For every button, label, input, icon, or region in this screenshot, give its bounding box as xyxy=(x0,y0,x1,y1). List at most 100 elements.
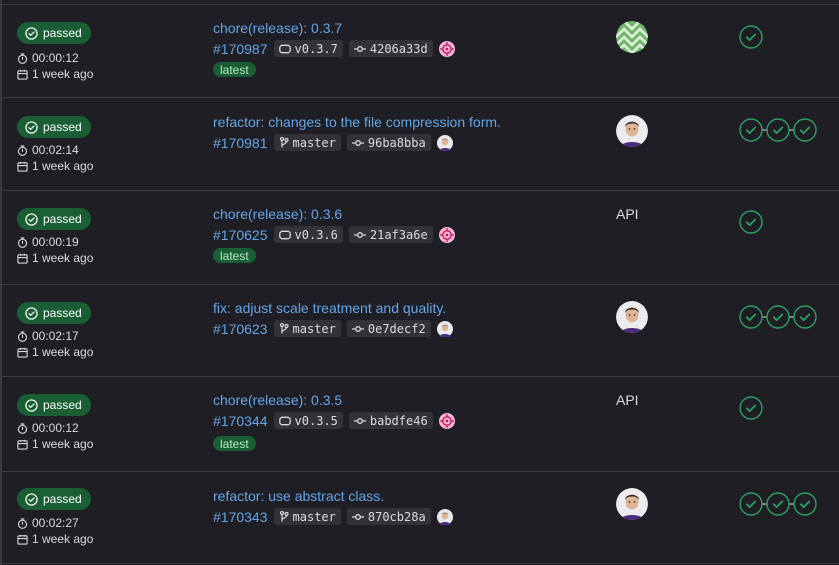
check-circle-icon xyxy=(25,120,38,134)
author-avatar[interactable] xyxy=(438,412,455,429)
stage-passed-icon[interactable] xyxy=(793,118,817,142)
trigger-avatar[interactable] xyxy=(616,488,648,520)
check-circle-icon xyxy=(25,212,38,226)
status-badge-passed[interactable]: passed xyxy=(17,208,91,230)
author-avatar[interactable] xyxy=(438,40,455,57)
pipeline-id-link[interactable]: #170981 xyxy=(213,135,268,151)
finished-at: 1 week ago xyxy=(17,67,93,81)
finished-value[interactable]: 1 week ago xyxy=(32,437,93,451)
timer-icon xyxy=(17,330,28,342)
commit-sha[interactable]: babdfe46 xyxy=(348,412,433,429)
status-label: passed xyxy=(43,492,82,506)
status-label: passed xyxy=(43,120,82,134)
finished-at: 1 week ago xyxy=(17,345,93,359)
stage-passed-icon[interactable] xyxy=(766,118,790,142)
ref-branch[interactable]: master xyxy=(273,508,341,525)
finished-value[interactable]: 1 week ago xyxy=(32,159,93,173)
trigger-source: API xyxy=(616,392,639,408)
commit-sha[interactable]: 4206a33d xyxy=(348,40,433,57)
status-badge-passed[interactable]: passed xyxy=(17,22,91,44)
author-avatar[interactable] xyxy=(436,320,453,337)
trigger-avatar[interactable] xyxy=(616,21,648,53)
pipeline-id-link[interactable]: #170623 xyxy=(213,321,268,337)
ref-tag[interactable]: v0.3.5 xyxy=(273,412,343,429)
status-badge-passed[interactable]: passed xyxy=(17,394,91,416)
latest-badge: latest xyxy=(213,436,256,451)
commit-title-link[interactable]: chore(release): 0.3.5 xyxy=(213,392,342,408)
commit-sha[interactable]: 870cb28a xyxy=(346,508,431,525)
stage-passed-icon[interactable] xyxy=(793,492,817,516)
trigger-avatar[interactable] xyxy=(616,301,648,333)
trigger-avatar[interactable] xyxy=(616,115,648,147)
commit-title-link[interactable]: chore(release): 0.3.6 xyxy=(213,206,342,222)
finished-value[interactable]: 1 week ago xyxy=(32,67,93,81)
author-avatar[interactable] xyxy=(436,508,453,525)
sha-value: 21af3a6e xyxy=(369,227,428,242)
pipeline-id-link[interactable]: #170344 xyxy=(213,413,268,429)
stage-passed-icon[interactable] xyxy=(766,305,790,329)
sha-value: 96ba8bba xyxy=(367,135,426,150)
pipeline-id-link[interactable]: #170343 xyxy=(213,509,268,525)
stage-passed-icon[interactable] xyxy=(739,118,763,142)
stage-passed-icon[interactable] xyxy=(739,396,763,420)
stage-passed-icon[interactable] xyxy=(739,25,763,49)
duration: 00:00:12 xyxy=(17,51,79,65)
commit-sha[interactable]: 0e7decf2 xyxy=(346,320,431,337)
ref-name: v0.3.7 xyxy=(294,41,338,56)
ref-name: v0.3.5 xyxy=(294,413,338,428)
timer-icon xyxy=(17,52,28,64)
commit-title-link[interactable]: refactor: use abstract class. xyxy=(213,488,384,504)
commit-title-link[interactable]: chore(release): 0.3.7 xyxy=(213,20,342,36)
finished-value[interactable]: 1 week ago xyxy=(32,251,93,265)
commit-icon xyxy=(353,231,366,238)
commit-sha[interactable]: 21af3a6e xyxy=(348,226,433,243)
author-avatar[interactable] xyxy=(438,226,455,243)
pipeline-id-link[interactable]: #170625 xyxy=(213,227,268,243)
status-label: passed xyxy=(43,306,82,320)
stage-passed-icon[interactable] xyxy=(739,305,763,329)
check-circle-icon xyxy=(25,306,38,320)
sha-value: 870cb28a xyxy=(367,509,426,524)
ref-branch[interactable]: master xyxy=(273,134,341,151)
duration: 00:02:17 xyxy=(17,329,79,343)
stage-passed-icon[interactable] xyxy=(739,492,763,516)
commit-icon xyxy=(351,139,364,146)
author-avatar[interactable] xyxy=(436,134,453,151)
finished-at: 1 week ago xyxy=(17,532,93,546)
commit-title-link[interactable]: fix: adjust scale treatment and quality. xyxy=(213,300,446,316)
stage-passed-icon[interactable] xyxy=(766,492,790,516)
stage-passed-icon[interactable] xyxy=(793,305,817,329)
sha-value: babdfe46 xyxy=(369,413,428,428)
pipeline-stages xyxy=(739,305,817,329)
duration: 00:02:27 xyxy=(17,516,79,530)
ref-tag[interactable]: v0.3.6 xyxy=(273,226,343,243)
status-badge-passed[interactable]: passed xyxy=(17,488,91,510)
ref-branch[interactable]: master xyxy=(273,320,341,337)
finished-at: 1 week ago xyxy=(17,437,93,451)
ref-name: master xyxy=(292,509,336,524)
duration: 00:00:19 xyxy=(17,235,79,249)
branch-icon xyxy=(279,323,289,334)
pipeline-stages xyxy=(739,118,817,142)
calendar-icon xyxy=(17,69,28,80)
calendar-icon xyxy=(17,253,28,264)
finished-at: 1 week ago xyxy=(17,159,93,173)
pipeline-row: passed 00:02:17 1 week ago fix: adjust s… xyxy=(0,285,839,377)
finished-value[interactable]: 1 week ago xyxy=(32,532,93,546)
ref-tag[interactable]: v0.3.7 xyxy=(273,40,343,57)
pipeline-stages xyxy=(739,396,763,420)
commit-title-link[interactable]: refactor: changes to the file compressio… xyxy=(213,114,501,130)
tag-icon xyxy=(278,230,291,239)
status-badge-passed[interactable]: passed xyxy=(17,116,91,138)
status-badge-passed[interactable]: passed xyxy=(17,302,91,324)
commit-sha[interactable]: 96ba8bba xyxy=(346,134,431,151)
finished-value[interactable]: 1 week ago xyxy=(32,345,93,359)
ref-name: v0.3.6 xyxy=(294,227,338,242)
duration: 00:02:14 xyxy=(17,143,79,157)
commit-icon xyxy=(353,45,366,52)
timer-icon xyxy=(17,517,28,529)
stage-passed-icon[interactable] xyxy=(739,210,763,234)
duration-value: 00:00:12 xyxy=(32,421,79,435)
pipeline-id-link[interactable]: #170987 xyxy=(213,41,268,57)
duration-value: 00:02:27 xyxy=(32,516,79,530)
